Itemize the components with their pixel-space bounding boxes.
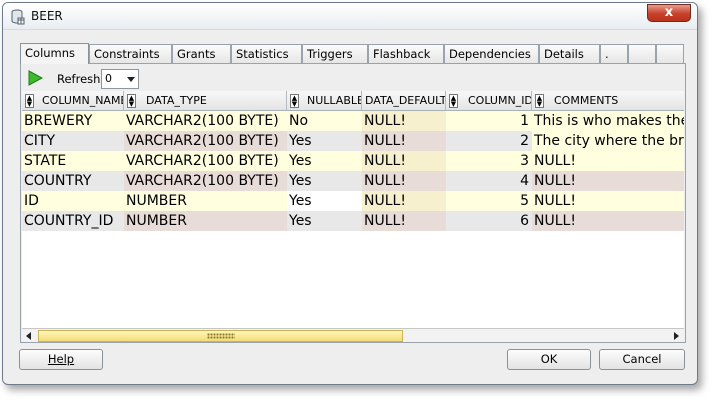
header-column-id[interactable]: ▲ ▼ COLUMN_ID [446, 91, 532, 111]
cell-comments[interactable]: NULL! [532, 151, 684, 171]
database-table-icon [11, 9, 25, 25]
cell-data-type[interactable]: VARCHAR2(100 BYTE) [124, 171, 287, 191]
cell-comments[interactable]: NULL! [532, 211, 684, 231]
cell-nullable[interactable]: Yes [287, 151, 362, 171]
cell-column-name[interactable]: STATE [22, 151, 124, 171]
tab-details[interactable]: Details [539, 44, 600, 63]
tab-constraints[interactable]: Constraints [89, 44, 172, 63]
grid-header: ▲ ▼ COLUMN_NAME ▲ ▼ DATA_TYPE ▲ ▼ NULLABLE … [22, 91, 684, 111]
tab-statistics[interactable]: Statistics [231, 44, 302, 63]
window-title: BEER [31, 9, 63, 23]
sort-icon: ▲ ▼ [290, 94, 299, 108]
scroll-right-icon[interactable] [670, 330, 682, 342]
cell-column-id[interactable]: 3 [446, 151, 532, 171]
chevron-down-icon [127, 77, 135, 82]
cell-comments[interactable]: NULL! [532, 171, 684, 191]
refresh-select[interactable]: 0 [101, 69, 139, 89]
tab-dependencies[interactable]: Dependencies [444, 44, 539, 63]
header-nullable[interactable]: ▲ ▼ NULLABLE [287, 91, 362, 111]
cell-column-id[interactable]: 5 [446, 191, 532, 211]
refresh-label: Refresh: [57, 72, 105, 86]
sort-icon: ▲ ▼ [449, 94, 458, 108]
green-play-icon[interactable] [27, 70, 43, 86]
columns-grid: ▲ ▼ COLUMN_NAME ▲ ▼ DATA_TYPE ▲ ▼ NULLABLE … [22, 91, 684, 328]
toolbar: Refresh: 0 [25, 68, 325, 90]
header-column-name[interactable]: ▲ ▼ COLUMN_NAME [22, 91, 124, 111]
header-data-default[interactable]: DATA_DEFAULT [362, 91, 446, 111]
tab-overflow-3[interactable] [656, 44, 684, 63]
cell-column-name[interactable]: CITY [22, 131, 124, 151]
horizontal-scrollbar[interactable] [22, 328, 684, 342]
scrollbar-thumb[interactable] [38, 330, 403, 342]
help-button[interactable]: Help [19, 349, 103, 370]
cell-nullable[interactable]: Yes [287, 131, 362, 151]
tab-grants[interactable]: Grants [172, 44, 231, 63]
cell-nullable[interactable]: Yes [287, 171, 362, 191]
table-row[interactable]: ID NUMBER Yes NULL! 5 NULL! [22, 191, 684, 211]
cell-data-type[interactable]: NUMBER [124, 191, 287, 211]
cell-data-default[interactable]: NULL! [362, 191, 446, 211]
sort-icon: ▲ ▼ [127, 94, 136, 108]
cell-column-id[interactable]: 6 [446, 211, 532, 231]
cell-column-name[interactable]: BREWERY [22, 111, 124, 131]
columns-panel: Refresh: 0 ▲ ▼ COLUMN_NAME ▲ ▼ DATA_TYPE ▲… [20, 63, 686, 343]
tab-strip: Columns Constraints Grants Statistics Tr… [20, 43, 686, 64]
cancel-button[interactable]: Cancel [599, 349, 685, 370]
cell-data-type[interactable]: VARCHAR2(100 BYTE) [124, 131, 287, 151]
cell-comments[interactable]: The city where the br [532, 131, 684, 151]
header-comments[interactable]: ▲ ▼ COMMENTS [532, 91, 684, 111]
cell-data-default[interactable]: NULL! [362, 211, 446, 231]
table-row[interactable]: COUNTRY VARCHAR2(100 BYTE) Yes NULL! 4 N… [22, 171, 684, 191]
cell-column-name[interactable]: COUNTRY [22, 171, 124, 191]
cell-nullable[interactable]: Yes [287, 211, 362, 231]
table-row[interactable]: STATE VARCHAR2(100 BYTE) Yes NULL! 3 NUL… [22, 151, 684, 171]
table-row[interactable]: CITY VARCHAR2(100 BYTE) Yes NULL! 2 The … [22, 131, 684, 151]
cell-nullable[interactable]: No [287, 111, 362, 131]
sort-icon: ▲ ▼ [535, 94, 544, 108]
tab-flashback[interactable]: Flashback [368, 44, 444, 63]
cell-comments[interactable]: This is who makes the [532, 111, 684, 131]
sort-icon: ▲ ▼ [25, 94, 34, 108]
cell-data-type[interactable]: NUMBER [124, 211, 287, 231]
cell-data-default[interactable]: NULL! [362, 151, 446, 171]
ok-button[interactable]: OK [507, 349, 591, 370]
grip-icon [207, 333, 235, 339]
table-row[interactable]: BREWERY VARCHAR2(100 BYTE) No NULL! 1 Th… [22, 111, 684, 131]
cell-column-name[interactable]: ID [22, 191, 124, 211]
close-icon: x [664, 5, 674, 20]
cell-nullable[interactable]: Yes [287, 191, 362, 211]
tab-columns[interactable]: Columns [20, 43, 89, 64]
table-row[interactable]: COUNTRY_ID NUMBER Yes NULL! 6 NULL! [22, 211, 684, 231]
cell-data-default[interactable]: NULL! [362, 111, 446, 131]
cell-comments[interactable]: NULL! [532, 191, 684, 211]
close-button[interactable]: x [647, 4, 691, 22]
title-bar[interactable]: BEER x [3, 3, 697, 30]
cell-column-id[interactable]: 4 [446, 171, 532, 191]
cell-data-default[interactable]: NULL! [362, 171, 446, 191]
dialog-window: BEER x Columns Constraints Grants Statis… [2, 2, 698, 385]
tab-overflow-2[interactable] [628, 44, 656, 63]
cell-data-default[interactable]: NULL! [362, 131, 446, 151]
tab-overflow-1[interactable]: . [600, 44, 628, 63]
refresh-value: 0 [105, 72, 112, 85]
cell-data-type[interactable]: VARCHAR2(100 BYTE) [124, 151, 287, 171]
cell-column-name[interactable]: COUNTRY_ID [22, 211, 124, 231]
scroll-left-icon[interactable] [23, 330, 35, 342]
cell-column-id[interactable]: 1 [446, 111, 532, 131]
cell-data-type[interactable]: VARCHAR2(100 BYTE) [124, 111, 287, 131]
header-data-type[interactable]: ▲ ▼ DATA_TYPE [124, 91, 287, 111]
cell-column-id[interactable]: 2 [446, 131, 532, 151]
tab-triggers[interactable]: Triggers [302, 44, 368, 63]
